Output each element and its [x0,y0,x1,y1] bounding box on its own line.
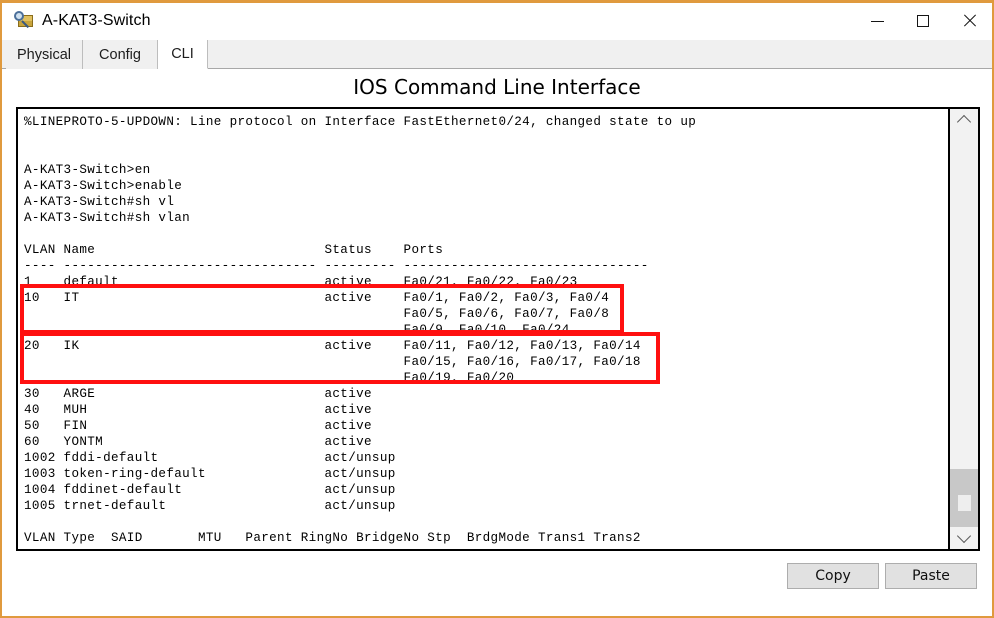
tab-config-label: Config [99,46,141,63]
terminal-line: 40 MUH active [24,403,372,417]
title-bar: A-KAT3-Switch [2,3,992,39]
terminal-line: ---- ----- ---------- ----- ------ -----… [24,546,948,549]
terminal-line: 10 IT active Fa0/1, Fa0/2, Fa0/3, Fa0/4 [24,291,610,305]
terminal-line: 20 IK active Fa0/11, Fa0/12, Fa0/13, Fa0… [24,339,641,353]
paste-button[interactable]: Paste [885,563,977,589]
window-title: A-KAT3-Switch [42,12,151,29]
tab-physical-label: Physical [17,46,71,63]
terminal-line: A-KAT3-Switch#sh vlan [24,211,191,225]
terminal-line: 1002 fddi-default act/unsup [24,451,396,465]
terminal-line: 1005 trnet-default act/unsup [24,499,396,513]
terminal-line: VLAN Type SAID MTU Parent RingNo BridgeN… [24,531,641,545]
chevron-down-icon [956,528,972,544]
scroll-thumb-grip [958,495,971,511]
terminal-panel: %LINEPROTO-5-UPDOWN: Line protocol on In… [16,107,980,551]
minimize-icon [870,20,884,22]
footer-bar: Copy Paste [2,559,992,615]
paste-button-label: Paste [912,568,950,584]
scroll-down-button[interactable] [950,527,978,549]
maximize-button[interactable] [900,3,946,39]
terminal-line: A-KAT3-Switch>en [24,163,151,177]
minimize-button[interactable] [854,3,900,39]
terminal-line: 60 YONTM active [24,435,372,449]
terminal-line: 1003 token-ring-default act/unsup [24,467,396,481]
terminal-line: 1 default active Fa0/21, Fa0/22, Fa0/23 [24,275,578,289]
terminal-line: Fa0/9, Fa0/10, Fa0/24 [24,323,570,337]
window-controls [854,3,992,39]
tab-cli[interactable]: CLI [158,40,208,69]
tab-cli-label: CLI [171,46,194,62]
tab-strip: Physical Config CLI [2,40,992,69]
terminal-line: Fa0/5, Fa0/6, Fa0/7, Fa0/8 [24,307,610,321]
terminal-output[interactable]: %LINEPROTO-5-UPDOWN: Line protocol on In… [18,109,948,549]
terminal-line: A-KAT3-Switch#sh vl [24,195,175,209]
terminal-line: Fa0/15, Fa0/16, Fa0/17, Fa0/18 [24,355,641,369]
close-button[interactable] [946,3,992,39]
copy-button[interactable]: Copy [787,563,879,589]
terminal-line: 50 FIN active [24,419,372,433]
terminal-line: ---- -------------------------------- --… [24,259,649,273]
terminal-line: %LINEPROTO-5-UPDOWN: Line protocol on In… [24,115,697,129]
terminal-scrollbar[interactable] [948,109,978,549]
terminal-line: VLAN Name Status Ports [24,243,444,257]
close-icon [962,14,976,28]
page-title: IOS Command Line Interface [353,75,641,99]
terminal-line: A-KAT3-Switch>enable [24,179,183,193]
tab-physical[interactable]: Physical [6,40,83,69]
cli-window: A-KAT3-Switch Physical Config CLI IOS Co… [0,0,994,618]
copy-button-label: Copy [815,568,851,584]
scroll-up-button[interactable] [950,109,978,131]
terminal-line: 1004 fddinet-default act/unsup [24,483,396,497]
terminal-line: 30 ARGE active [24,387,372,401]
terminal-line: Fa0/19, Fa0/20 [24,371,515,385]
packet-tracer-device-icon [13,10,35,32]
maximize-icon [917,15,929,27]
tab-config[interactable]: Config [83,40,158,69]
chevron-up-icon [956,114,972,130]
